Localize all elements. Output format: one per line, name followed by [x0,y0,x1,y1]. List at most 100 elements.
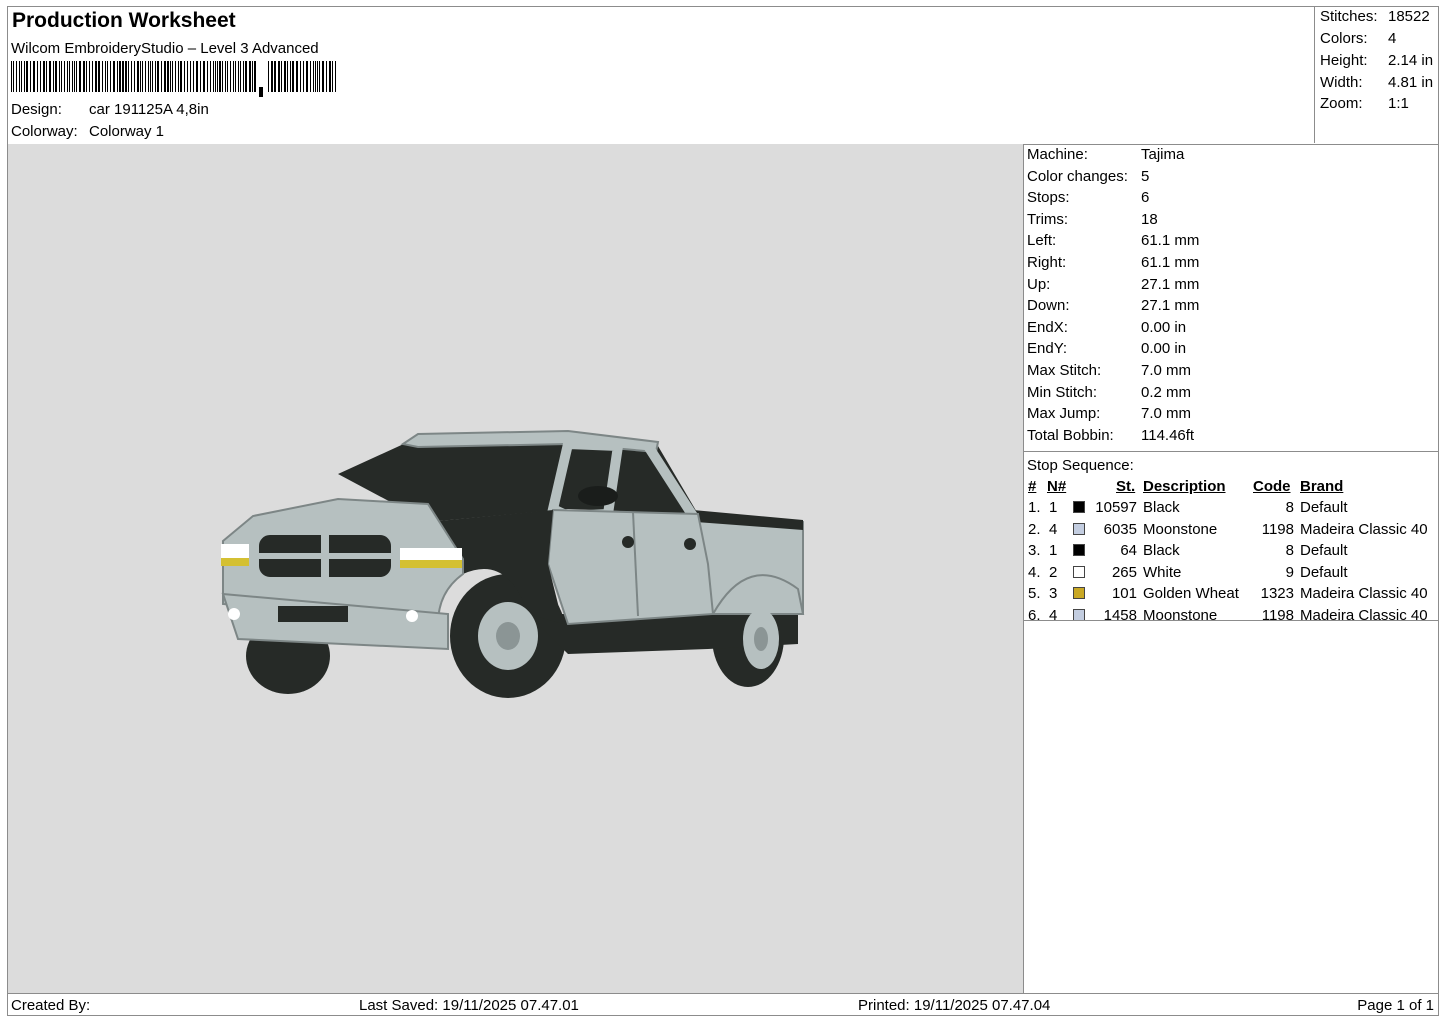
divider [1024,620,1438,621]
barcode-bar [200,61,201,92]
info-value: 61.1 mm [1141,232,1200,250]
info-value: 7.0 mm [1141,362,1192,379]
summary-value: 4 [1388,30,1397,47]
barcode-bar [92,61,93,92]
info-value: Tajima [1141,146,1185,163]
door-handle [684,538,696,550]
info-value: 5 [1141,167,1150,185]
worksheet: Production Worksheet Wilcom EmbroiderySt… [7,6,1439,1016]
barcode-bar [69,61,70,92]
barcode-bar [284,61,286,92]
barcode-bar [167,61,169,92]
headlight-amber [221,558,249,566]
barcode-bar [172,61,173,92]
barcode-bar [46,61,47,92]
cell-brand: Madeira Classic 40 [1300,607,1428,624]
barcode-bar [240,61,241,92]
summary-label: Height: [1320,52,1368,69]
barcode-bar [332,61,333,92]
info-label: Total Bobbin: [1027,426,1114,444]
info-label: Max Stitch: [1027,362,1102,379]
barcode-bar [148,61,149,92]
barcode-bar [245,61,247,92]
summary-label: Zoom: [1320,95,1363,112]
barcode-bar [235,61,236,92]
barcode-bar [134,61,135,92]
info-label: Down: [1027,297,1070,315]
info-value: 0.00 in [1141,318,1187,336]
colorway-label: Colorway: [11,123,78,140]
barcode-bar [157,61,159,92]
side-mirror [578,486,618,506]
headlight [400,548,462,560]
barcode-bar [131,61,132,92]
fog-light [228,608,240,620]
design-preview [8,144,1024,993]
cell-num: 3. [1028,542,1041,560]
cell-needle: 4 [1049,520,1058,538]
barcode-bar [326,61,327,92]
cell-code: 1198 [1261,520,1294,538]
barcode-bar [215,61,216,92]
barcode-bar [113,61,115,92]
info-label: Min Stitch: [1027,383,1098,401]
barcode-bar [335,61,336,92]
cell-needle: 1 [1049,542,1058,560]
barcode-bar [296,61,298,92]
divider [1024,451,1438,452]
barcode-bar [281,61,282,92]
barcode-bar [190,61,191,92]
cell-stitches: 265 [1111,563,1137,581]
barcode-bar [207,61,208,92]
barcode-bar [150,61,151,92]
info-label: Max Jump: [1027,405,1101,423]
barcode-bar [107,61,108,92]
page-number: Page 1 of 1 [1357,997,1434,1014]
last-saved: Last Saved: 19/11/2025 07.47.01 [359,997,579,1014]
barcode-bar [193,61,194,92]
barcode-bar [61,61,62,92]
printed-date: Printed: 19/11/2025 07.47.04 [858,997,1051,1014]
colorway-value: Colorway 1 [89,123,165,140]
cell-description: White [1143,563,1182,581]
page-title: Production Worksheet [12,9,236,32]
barcode-bar [11,61,12,92]
barcode-bar [64,61,65,92]
header: Production Worksheet Wilcom EmbroiderySt… [8,7,1438,145]
barcode-bar [217,61,218,92]
barcode-bar [89,61,90,92]
barcode-bar [290,61,291,92]
barcode-bar [40,61,41,92]
hub-center [496,622,520,650]
info-value: 0.2 mm [1141,383,1192,401]
barcode-bar [13,61,14,92]
barcode-bar [222,61,223,92]
barcode-bar [142,61,143,92]
barcode-bar [184,61,185,92]
barcode-bar [329,61,331,92]
color-swatch [1073,565,1085,578]
headlight [221,544,249,558]
barcode-bar [119,61,121,92]
barcode-bar [19,61,20,92]
created-by: Created By: [11,997,91,1014]
barcode-bar [72,61,73,92]
door-handle [622,536,634,548]
barcode-bar [259,87,263,97]
barcode-bar [16,61,17,92]
summary-value: 1:1 [1388,95,1409,112]
software-name: Wilcom EmbroideryStudio – Level 3 Advanc… [11,40,319,57]
cell-num: 1. [1028,499,1041,516]
barcode-bar [225,61,226,92]
col-brand: Brand [1300,478,1344,495]
barcode-bar [313,61,314,92]
barcode-bar [178,61,179,92]
barcode-bar [83,61,85,92]
barcode-bar [95,61,97,92]
barcode-bar [196,61,198,92]
cell-num: 5. [1028,585,1041,603]
color-swatch [1073,587,1085,600]
barcode-bar [21,61,22,92]
barcode-bar [125,61,127,92]
barcode-bar [86,61,87,92]
